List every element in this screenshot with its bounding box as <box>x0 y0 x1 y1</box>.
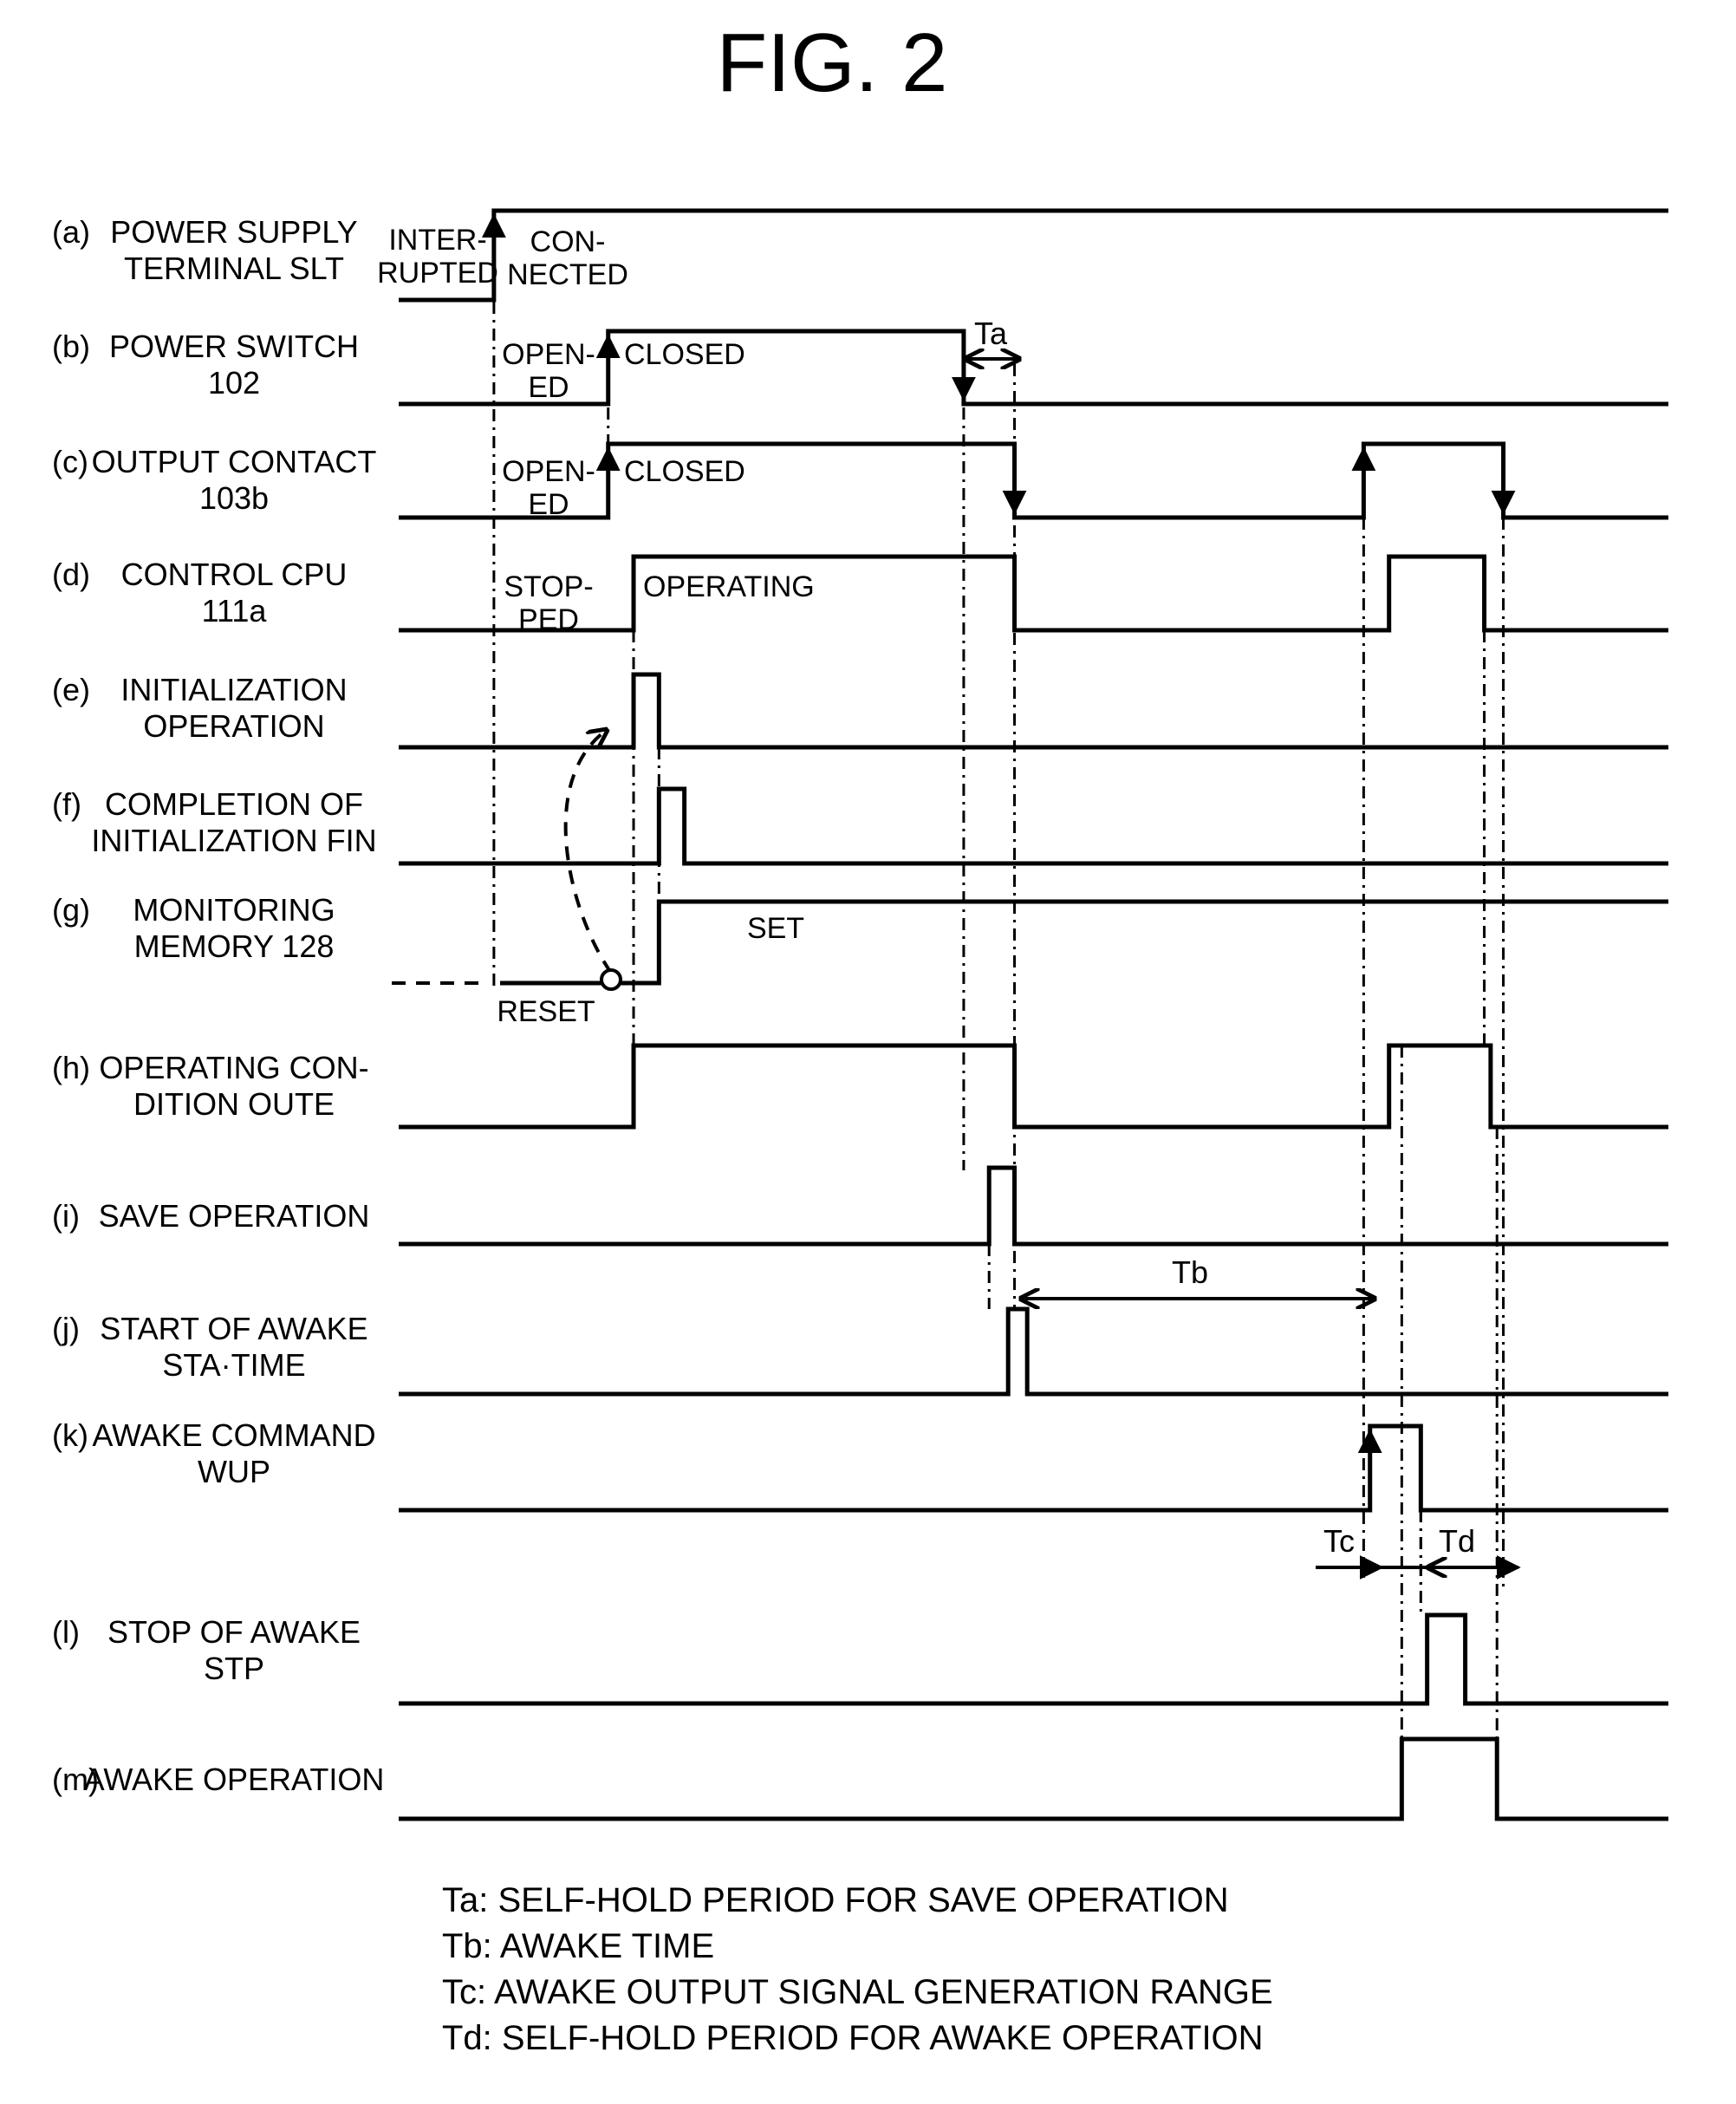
signal-tag: (l) <box>52 1614 80 1650</box>
state-label-d: OPERATING <box>643 570 815 603</box>
signal-name-line: TERMINAL SLT <box>124 251 344 286</box>
signal-label-k: (k) AWAKE COMMANDWUP <box>52 1417 376 1489</box>
signal-name-line: COMPLETION OF <box>105 786 363 822</box>
waveform-h <box>399 1043 1668 1130</box>
waveform-m <box>399 1736 1668 1821</box>
reset-point-circle <box>600 968 622 991</box>
signal-label-m: (m)AWAKE OPERATION <box>52 1762 384 1797</box>
interval-tb: Tb <box>1021 1254 1375 1299</box>
state-label-g: RESET <box>497 995 595 1028</box>
waveform-e <box>399 672 1668 750</box>
signal-label-c: (c) OUTPUT CONTACT103b <box>52 444 376 516</box>
signal-name-line: 102 <box>208 365 260 401</box>
state-label-a: CON- <box>530 225 606 258</box>
state-label-b: ED <box>528 371 569 404</box>
signal-name-line: POWER SUPPLY <box>110 214 357 250</box>
state-label-c: OPEN- <box>502 455 595 488</box>
waveform-k <box>399 1423 1668 1513</box>
signal-label-a: (a) POWER SUPPLYTERMINAL SLT <box>52 214 358 286</box>
signal-label-f: (f) COMPLETION OFINITIALIZATION FIN <box>52 786 377 858</box>
interval-ta: Ta <box>966 316 1019 359</box>
state-label-b: CLOSED <box>624 338 745 371</box>
legend-tb: Tb: AWAKE TIME <box>442 1927 714 1965</box>
signal-label-j: (j) START OF AWAKESTA·TIME <box>52 1311 368 1383</box>
signal-name-line: OPERATION <box>143 708 324 744</box>
signal-tag: (f) <box>52 786 81 822</box>
tb-label: Tb <box>1172 1254 1208 1290</box>
state-label-a: INTER- <box>388 224 486 257</box>
signal-name-line: STA·TIME <box>162 1347 305 1383</box>
legend: Ta: SELF-HOLD PERIOD FOR SAVE OPERATION … <box>442 1881 1273 2057</box>
signal-tag: (g) <box>52 892 90 928</box>
signal-tag: (k) <box>52 1417 88 1453</box>
signal-tag: (h) <box>52 1050 90 1085</box>
reset-trigger-arc <box>563 730 613 974</box>
ta-label: Ta <box>974 316 1008 351</box>
figure-title: FIG. 2 <box>717 16 948 109</box>
signal-name-line: OUTPUT CONTACT <box>92 444 377 479</box>
waveform-j <box>399 1306 1668 1397</box>
legend-tc: Tc: AWAKE OUTPUT SIGNAL GENERATION RANGE <box>442 1973 1273 2011</box>
signal-tag: (j) <box>52 1311 80 1346</box>
signal-labels: (a) POWER SUPPLYTERMINAL SLT (b) POWER SWIT… <box>52 214 384 1797</box>
waveform-g <box>500 899 1668 986</box>
signal-name-line: AWAKE COMMAND <box>92 1417 375 1453</box>
legend-ta: Ta: SELF-HOLD PERIOD FOR SAVE OPERATION <box>442 1881 1229 1919</box>
signal-label-h: (h) OPERATING CON-DITION OUTE <box>52 1050 369 1122</box>
signal-label-b: (b) POWER SWITCH102 <box>52 329 359 401</box>
interval-tc-td: Tc Td <box>1316 1523 1518 1580</box>
td-label: Td <box>1439 1523 1475 1559</box>
signal-name-line: MEMORY 128 <box>134 928 335 964</box>
signal-name-line: SAVE OPERATION <box>99 1198 370 1234</box>
signal-tag: (i) <box>52 1198 80 1234</box>
signal-name-line: POWER SWITCH <box>109 329 359 364</box>
signal-tag: (c) <box>52 444 88 479</box>
signal-name-line: STOP OF AWAKE <box>107 1614 361 1650</box>
signal-label-g: (g) MONITORINGMEMORY 128 <box>52 892 335 964</box>
signal-name-line: STP <box>204 1651 264 1686</box>
state-label-d: PED <box>518 603 579 636</box>
signal-name-line: INITIALIZATION <box>120 672 347 707</box>
waveform-f <box>399 786 1668 866</box>
signal-name-line: 111a <box>202 593 268 629</box>
signal-name-line: AWAKE OPERATION <box>84 1762 385 1797</box>
legend-td: Td: SELF-HOLD PERIOD FOR AWAKE OPERATION <box>442 2019 1264 2057</box>
signal-tag: (d) <box>52 557 90 592</box>
waveform-i <box>399 1165 1668 1247</box>
signal-label-l: (l) STOP OF AWAKESTP <box>52 1614 361 1686</box>
state-label-a: RUPTED <box>377 257 498 290</box>
state-label-a: NECTED <box>507 258 628 291</box>
signal-tag: (a) <box>52 214 90 250</box>
signal-label-e: (e) INITIALIZATIONOPERATION <box>52 672 348 744</box>
signal-name-line: DITION OUTE <box>133 1086 335 1122</box>
signal-label-d: (d) CONTROL CPU111a <box>52 557 347 629</box>
signal-name-line: 103b <box>199 480 269 516</box>
state-labels: INTER-RUPTEDCON-NECTEDOPEN-EDCLOSEDOPEN-… <box>377 224 815 1028</box>
signal-name-line: OPERATING CON- <box>99 1050 368 1085</box>
signal-name-line: MONITORING <box>133 892 335 928</box>
signal-name-line: START OF AWAKE <box>100 1311 367 1346</box>
state-label-g: SET <box>747 912 804 945</box>
tc-label: Tc <box>1323 1523 1355 1559</box>
state-label-c: CLOSED <box>624 455 745 488</box>
state-label-d: STOP- <box>504 570 593 603</box>
signal-label-i: (i) SAVE OPERATION <box>52 1198 369 1234</box>
signal-name-line: INITIALIZATION FIN <box>91 823 376 858</box>
signal-name-line: CONTROL CPU <box>121 557 348 592</box>
signal-tag: (e) <box>52 672 90 707</box>
signal-tag: (b) <box>52 329 90 364</box>
state-label-b: OPEN- <box>502 338 595 371</box>
waveform-l <box>399 1612 1668 1706</box>
state-label-c: ED <box>528 488 569 521</box>
timing-diagram: FIG. 2 (a) POWER SUPPLYTERMINAL SLT (b) POW… <box>52 16 1668 2057</box>
signal-name-line: WUP <box>198 1454 270 1489</box>
